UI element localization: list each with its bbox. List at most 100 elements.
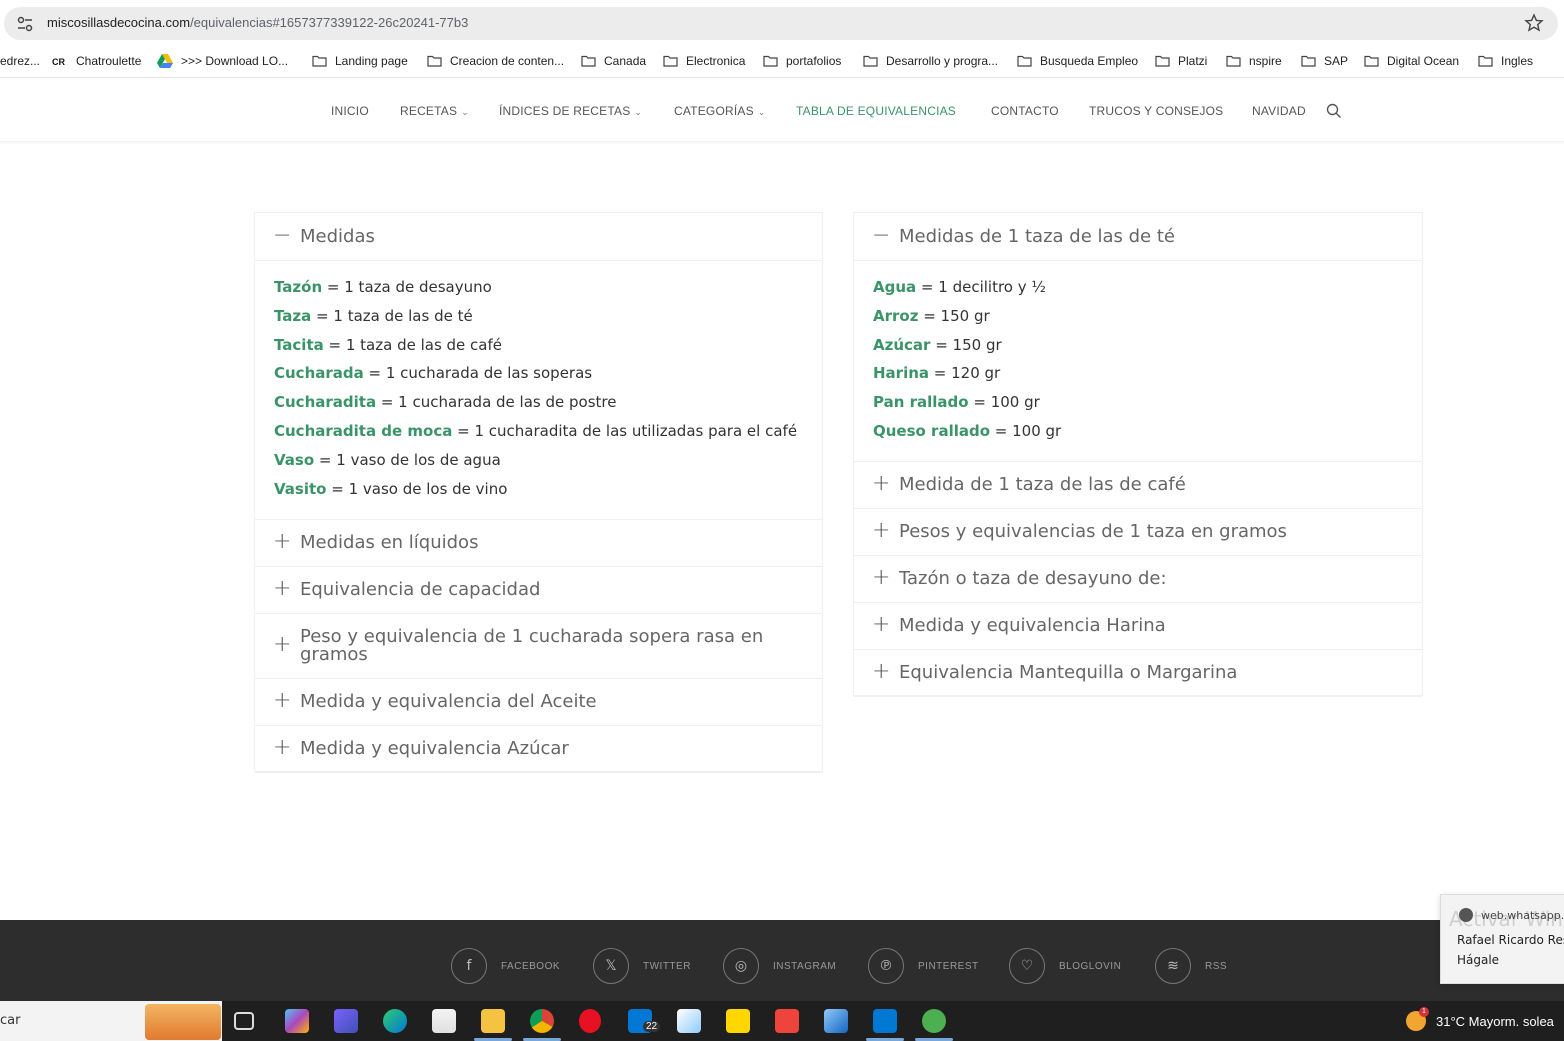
bookmark-item[interactable]: Creacion de conten... xyxy=(427,54,564,68)
accordion-title: Tazón o taza de desayuno de: xyxy=(899,567,1167,589)
chrome-taskbar-icon[interactable] xyxy=(530,1009,554,1033)
social-label: RSS xyxy=(1205,960,1228,972)
plus-icon: + xyxy=(273,734,292,760)
bookmark-item[interactable]: portafolios xyxy=(763,54,841,68)
instagram-icon: ◎ xyxy=(723,948,759,984)
minus-icon: − xyxy=(872,223,891,248)
accordion-title: Medidas en líquidos xyxy=(300,531,479,553)
search-icon[interactable] xyxy=(1326,103,1342,119)
bookmark-item[interactable]: CR Chatroulette xyxy=(52,54,141,68)
accordion-header-closed[interactable]: + Medida y equivalencia Harina xyxy=(854,603,1422,650)
bookmark-item[interactable]: Ingles xyxy=(1478,54,1533,68)
address-bar[interactable]: miscosillasdecocina.com/equivalencias#16… xyxy=(4,7,1558,40)
nav-tabla-equivalencias[interactable]: TABLA DE EQUIVALENCIAS xyxy=(796,104,956,118)
social-link-bloglovin[interactable]: ♡ BLOGLOVIN xyxy=(1009,948,1121,984)
snipping-tool-icon[interactable] xyxy=(677,1009,701,1033)
bookmark-item[interactable]: nspire xyxy=(1226,54,1282,68)
bookmark-label: Creacion de conten... xyxy=(450,54,565,68)
nav-categorias[interactable]: CATEGORÍAS ⌄ xyxy=(674,104,766,118)
bookmark-item[interactable]: edrez... xyxy=(0,54,40,68)
social-link-pinterest[interactable]: ℗ PINTEREST xyxy=(868,948,979,984)
equivalence-row: Cucharada = 1 cucharada de las soperas xyxy=(274,364,592,382)
sticky-notes-icon[interactable] xyxy=(726,1009,750,1033)
equivalence-value: = 120 gr xyxy=(929,364,1001,383)
nav-inicio[interactable]: INICIO xyxy=(331,104,369,118)
equivalence-row: Queso rallado = 100 gr xyxy=(873,422,1061,440)
site-info-icon[interactable] xyxy=(16,15,34,33)
anydesk-icon[interactable] xyxy=(775,1009,799,1033)
taskbar-search[interactable]: car xyxy=(0,1001,222,1041)
equivalence-term: Cucharadita de moca xyxy=(274,422,453,440)
folder-icon xyxy=(663,55,678,67)
bookmark-item[interactable]: >>> Download LO... xyxy=(157,54,288,68)
plus-icon: + xyxy=(872,564,891,590)
nav-contacto[interactable]: CONTACTO xyxy=(991,104,1059,118)
accordion-header-closed[interactable]: + Peso y equivalencia de 1 cucharada sope… xyxy=(255,614,822,679)
bookmarks-bar: edrez... CR Chatroulette >>> Download LO...… xyxy=(0,44,1564,78)
nav-recetas[interactable]: RECETAS ⌄ xyxy=(400,104,469,118)
bookmark-item[interactable]: Digital Ocean xyxy=(1364,54,1459,68)
bookmark-item[interactable]: Busqueda Empleo xyxy=(1017,54,1138,68)
equivalence-term: Vaso xyxy=(274,450,315,469)
social-label: INSTAGRAM xyxy=(773,960,837,972)
bookmark-item[interactable]: SAP xyxy=(1301,54,1348,68)
nav-indices-recetas[interactable]: ÍNDICES DE RECETAS ⌄ xyxy=(499,104,642,118)
task-view-icon[interactable] xyxy=(234,1012,254,1030)
url-text[interactable]: miscosillasdecocina.com/equivalencias#16… xyxy=(47,15,468,30)
accordion-header-closed[interactable]: + Tazón o taza de desayuno de: xyxy=(854,556,1422,603)
accordion-header-closed[interactable]: + Equivalencia Mantequilla o Margarina xyxy=(854,650,1422,697)
accordion-header-closed[interactable]: + Equivalencia de capacidad xyxy=(255,567,822,614)
bookmark-star-icon[interactable] xyxy=(1524,13,1544,33)
bookmark-item[interactable]: Platzi xyxy=(1155,54,1207,68)
file-explorer-icon[interactable] xyxy=(481,1009,505,1033)
accordion-header-open[interactable]: − Medidas xyxy=(255,213,822,261)
equivalence-value: = 1 cucharada de las de postre xyxy=(376,393,617,412)
weather-badge: 1 xyxy=(1419,1007,1429,1017)
nav-trucos-consejos[interactable]: TRUCOS Y CONSEJOS xyxy=(1089,104,1223,118)
utorrent-icon[interactable] xyxy=(922,1009,946,1033)
accordion-header-closed[interactable]: + Medida y equivalencia Azúcar xyxy=(255,726,822,773)
weather-text: 31°C Mayorm. solea xyxy=(1436,1013,1554,1029)
nav-label: TRUCOS Y CONSEJOS xyxy=(1089,104,1224,118)
social-link-rss[interactable]: ≋ RSS xyxy=(1155,948,1227,984)
accordion-title: Medida y equivalencia del Aceite xyxy=(300,690,597,712)
accordion-header-closed[interactable]: + Medidas en líquidos xyxy=(255,520,822,567)
nav-navidad[interactable]: NAVIDAD xyxy=(1252,104,1306,118)
search-text: car xyxy=(0,1013,21,1028)
nav-label: RECETAS xyxy=(400,104,458,118)
remote-desktop-icon[interactable] xyxy=(824,1009,848,1033)
equivalence-term: Vasito xyxy=(274,479,327,498)
social-link-instagram[interactable]: ◎ INSTAGRAM xyxy=(723,948,836,984)
accordion-header-closed[interactable]: + Pesos y equivalencias de 1 taza en gram… xyxy=(854,509,1422,556)
accordion-title: Medidas xyxy=(300,226,375,247)
social-link-facebook[interactable]: f FACEBOOK xyxy=(451,948,560,984)
accordion-header-closed[interactable]: + Medida y equivalencia del Aceite xyxy=(255,679,822,726)
bookmark-label: portafolios xyxy=(786,54,842,68)
bookmark-item[interactable]: Desarrollo y progra... xyxy=(863,54,998,68)
plus-icon: + xyxy=(872,611,891,637)
nav-label: TABLA DE EQUIVALENCIAS xyxy=(796,104,957,118)
vscode-icon[interactable] xyxy=(873,1009,897,1033)
accordion-header-closed[interactable]: + Medida de 1 taza de las de café xyxy=(854,462,1422,509)
accordion-title: Medida de 1 taza de las de café xyxy=(899,473,1186,495)
bookmark-item[interactable]: Canada xyxy=(581,54,646,68)
mail-badge: 22 xyxy=(643,1021,661,1032)
accordion-title: Medida y equivalencia Azúcar xyxy=(300,737,569,759)
notification-sender: Rafael Ricardo Rest xyxy=(1457,933,1564,947)
weather-widget[interactable]: 1 31°C Mayorm. solea xyxy=(1406,1007,1554,1031)
store-icon[interactable] xyxy=(432,1009,456,1033)
whatsapp-notification[interactable]: Activar Windo web.whatsapp.c Rafael Rica… xyxy=(1440,894,1564,984)
folder-icon xyxy=(1226,55,1241,67)
social-link-twitter[interactable]: 𝕏 TWITTER xyxy=(593,948,691,984)
bookmark-item[interactable]: Landing page xyxy=(312,54,408,68)
dev-home-icon[interactable] xyxy=(334,1009,358,1033)
accordion-header-open[interactable]: − Medidas de 1 taza de las de té xyxy=(854,213,1422,261)
folder-icon xyxy=(312,55,327,67)
equivalence-term: Azúcar xyxy=(873,335,931,354)
opera-icon[interactable] xyxy=(579,1009,601,1033)
equivalence-row: Cucharadita de moca = 1 cucharadita de l… xyxy=(274,422,797,440)
search-highlight-image xyxy=(145,1004,221,1040)
edge-icon[interactable] xyxy=(383,1009,407,1033)
bookmark-item[interactable]: Electronica xyxy=(663,54,745,68)
copilot-icon[interactable] xyxy=(285,1009,309,1033)
